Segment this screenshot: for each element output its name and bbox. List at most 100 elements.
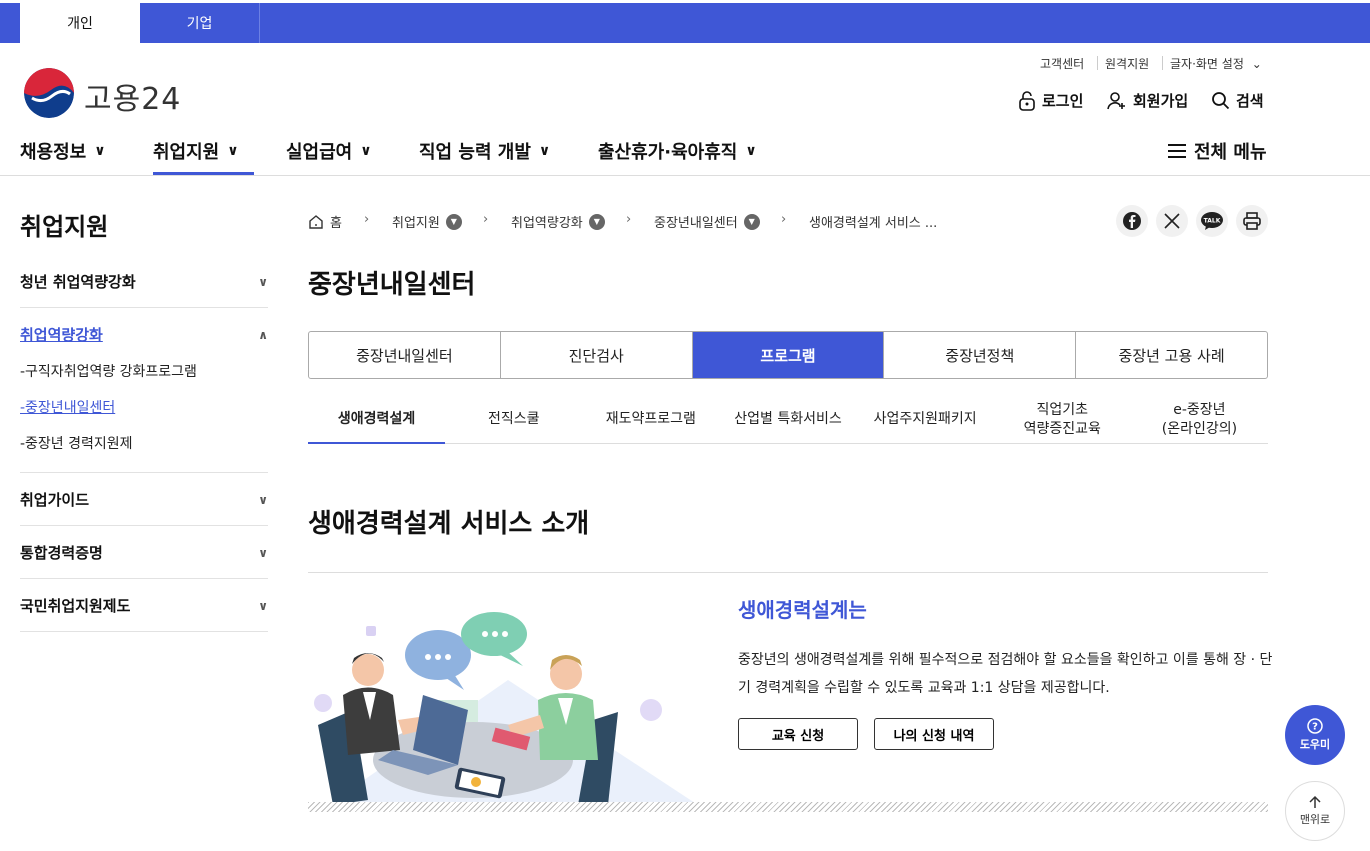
search-link[interactable]: 검색	[1211, 90, 1264, 111]
sidebar-title: 취업지원	[20, 213, 109, 241]
chevron-down-icon: ∨	[538, 143, 551, 159]
sidebar-subitem-career[interactable]: -중장년 경력지원제	[20, 433, 133, 453]
chevron-down-icon: ∨	[94, 143, 106, 159]
all-menu-label: 전체 메뉴	[1194, 142, 1267, 163]
tab-program[interactable]: 프로그램	[692, 332, 885, 378]
subtab-relaunch[interactable]: 재도약프로그램	[582, 396, 719, 443]
logo-emblem-icon[interactable]	[24, 68, 74, 118]
customer-center-link[interactable]: 고객센터	[1040, 55, 1084, 72]
breadcrumb-label: 생애경력설계 서비스 ...	[809, 216, 938, 231]
chevron-right-icon: ›	[626, 212, 632, 227]
section-description: 중장년의 생애경력설계를 위해 필수적으로 점검해야 할 요소들을 확인하고 이…	[738, 652, 1273, 696]
tab-policy[interactable]: 중장년정책	[884, 332, 1077, 378]
chevron-down-icon: ∨	[258, 274, 268, 289]
my-applications-button[interactable]: 나의 신청 내역	[874, 718, 994, 750]
all-menu-button[interactable]: 전체 메뉴	[1168, 138, 1267, 164]
gnb-jobs[interactable]: 채용정보 ∨	[20, 138, 106, 164]
breadcrumb-label: 중장년내일센터	[654, 216, 738, 231]
subtab-basic-skills[interactable]: 직업기초 역량증진교육	[994, 396, 1131, 443]
sidebar-item-certificate[interactable]: 통합경력증명 ∨	[20, 542, 268, 563]
page-title: 중장년내일센터	[308, 270, 476, 300]
dropdown-icon[interactable]: ▼	[743, 213, 760, 230]
gnb-skills[interactable]: 직업 능력 개발 ∨	[419, 138, 550, 164]
tab-business[interactable]: 기업	[140, 3, 260, 43]
user-plus-icon	[1107, 91, 1125, 109]
hamburger-icon	[1168, 144, 1186, 158]
chevron-down-icon: ⌄	[1251, 57, 1262, 71]
divider	[20, 578, 268, 579]
sidebar-subitem-center[interactable]: -중장년내일센터	[20, 397, 115, 417]
signup-link[interactable]: 회원가입	[1107, 90, 1188, 111]
sidebar-subitem-program[interactable]: -구직자취업역량 강화프로그램	[20, 361, 197, 381]
sidebar-item-label: 청년 취업역량강화	[20, 273, 136, 291]
chevron-down-icon: ∨	[258, 492, 268, 507]
breadcrumb-label: 홈	[330, 216, 342, 231]
divider	[20, 307, 268, 308]
subtab-industry[interactable]: 산업별 특화서비스	[719, 396, 856, 443]
breadcrumb-item[interactable]: 취업지원 ▼	[392, 212, 462, 231]
sidebar-item-label: 국민취업지원제도	[20, 597, 131, 615]
divider	[20, 631, 268, 632]
sidebar-item-youth[interactable]: 청년 취업역량강화 ∨	[20, 271, 268, 292]
gnb-label: 실업급여	[286, 142, 353, 163]
lock-icon	[1019, 90, 1035, 111]
section-divider	[308, 572, 1268, 573]
scroll-top-button[interactable]: 맨위로	[1285, 781, 1345, 841]
scroll-top-label: 맨위로	[1299, 813, 1331, 826]
sidebar-item-guide[interactable]: 취업가이드 ∨	[20, 489, 268, 510]
dropdown-icon[interactable]: ▼	[588, 213, 605, 230]
top-bar: 개인 기업	[0, 3, 1370, 43]
chevron-down-icon: ∨	[745, 143, 757, 159]
print-icon[interactable]	[1236, 205, 1268, 237]
tab-diagnosis[interactable]: 진단검사	[501, 332, 693, 378]
subtab-employer[interactable]: 사업주지원패키지	[857, 396, 994, 443]
remote-support-link[interactable]: 원격지원	[1105, 55, 1149, 72]
gnb-parental-leave[interactable]: 출산휴가·육아휴직 ∨	[598, 138, 757, 164]
home-icon	[309, 214, 323, 229]
search-icon	[1212, 92, 1230, 110]
sub-tabs: 생애경력설계 전직스쿨 재도약프로그램 산업별 특화서비스 사업주지원패키지 직…	[308, 396, 1268, 444]
divider	[1162, 56, 1163, 70]
brand-name[interactable]: 고용24	[84, 74, 181, 118]
gnb-unemployment[interactable]: 실업급여 ∨	[286, 138, 372, 164]
chevron-up-icon: ∧	[258, 327, 268, 342]
divider	[1097, 56, 1098, 70]
breadcrumb-item[interactable]: 취업역량강화 ▼	[511, 212, 605, 231]
display-settings-link[interactable]: 글자·화면 설정 ⌄	[1170, 55, 1262, 72]
gnb-employment-support[interactable]: 취업지원 ∨	[153, 138, 239, 164]
apply-education-button[interactable]: 교육 신청	[738, 718, 858, 750]
tab-personal[interactable]: 개인	[20, 3, 140, 43]
svg-text:TALK: TALK	[1204, 218, 1221, 225]
chevron-right-icon: ›	[483, 212, 489, 227]
help-label: 도우미	[1299, 738, 1331, 751]
breadcrumb-home[interactable]: 홈	[308, 212, 342, 231]
sidebar-item-capability[interactable]: 취업역량강화 ∧	[20, 324, 268, 345]
sidebar-item-label: 통합경력증명	[20, 544, 103, 562]
chevron-right-icon: ›	[364, 212, 370, 227]
subtab-online[interactable]: e-중장년 (온라인강의)	[1131, 396, 1268, 443]
breadcrumb-current: 생애경력설계 서비스 ...	[809, 212, 937, 231]
subtab-career-design[interactable]: 생애경력설계	[308, 396, 446, 444]
tab-cases[interactable]: 중장년 고용 사례	[1076, 332, 1267, 378]
facebook-icon[interactable]	[1116, 205, 1148, 237]
sidebar-item-national[interactable]: 국민취업지원제도 ∨	[20, 595, 268, 616]
dropdown-icon[interactable]: ▼	[445, 213, 462, 230]
hatch-divider	[308, 802, 1268, 812]
login-link[interactable]: 로그인	[1018, 90, 1083, 111]
chevron-down-icon: ∨	[360, 143, 372, 159]
kakaotalk-icon[interactable]: TALK	[1196, 205, 1228, 237]
breadcrumb-label: 취업역량강화	[511, 216, 583, 231]
main-tabs: 중장년내일센터 진단검사 프로그램 중장년정책 중장년 고용 사례	[308, 331, 1268, 379]
tab-center[interactable]: 중장년내일센터	[309, 332, 501, 378]
signup-label: 회원가입	[1133, 92, 1189, 110]
breadcrumb-item[interactable]: 중장년내일센터 ▼	[654, 212, 760, 231]
display-settings-label: 글자·화면 설정	[1170, 57, 1244, 71]
x-twitter-icon[interactable]	[1156, 205, 1188, 237]
gnb-label: 취업지원	[153, 142, 220, 163]
sidebar-item-label: 취업가이드	[20, 491, 90, 509]
subtab-transition-school[interactable]: 전직스쿨	[445, 396, 582, 443]
help-button[interactable]: ? 도우미	[1285, 705, 1345, 765]
gnb-label: 채용정보	[20, 142, 87, 163]
sidebar-subitem-label: -중장년내일센터	[20, 400, 116, 416]
gnb-label: 출산휴가·육아휴직	[598, 142, 738, 163]
